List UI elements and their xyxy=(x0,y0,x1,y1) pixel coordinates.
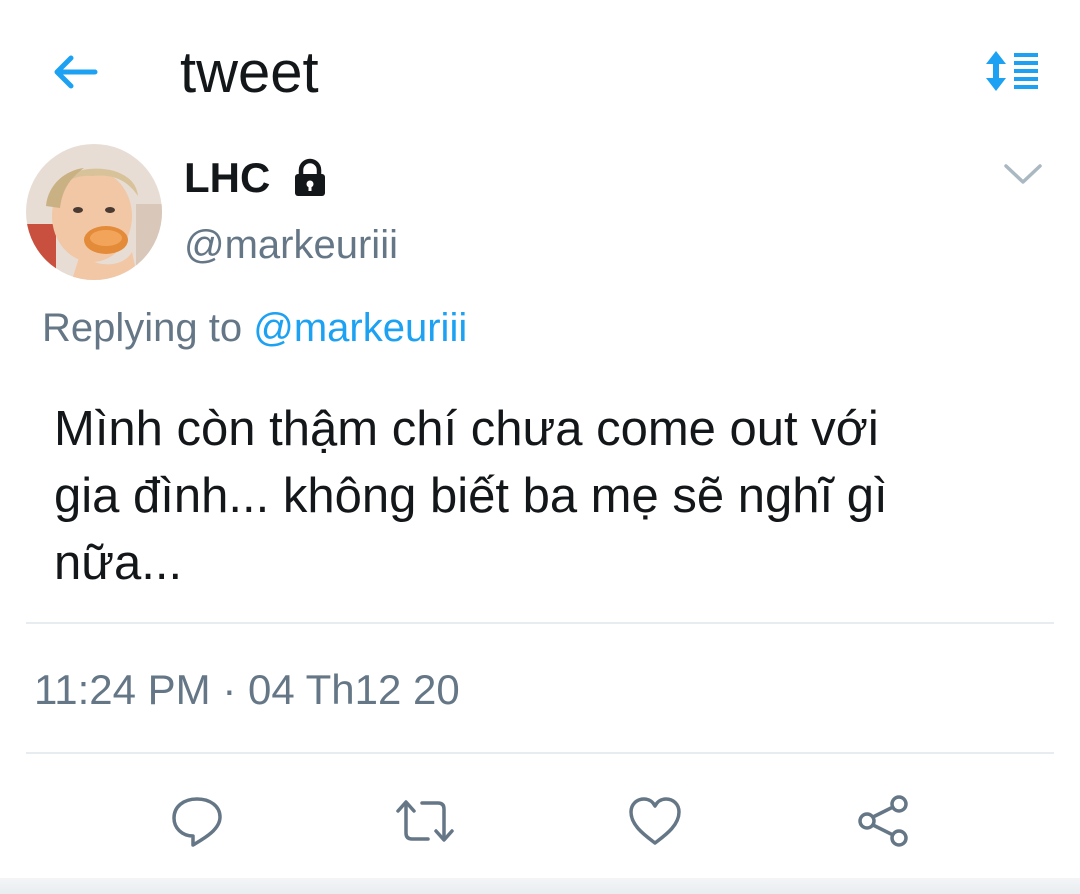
author-handle[interactable]: @markeuriii xyxy=(184,218,398,272)
reply-button[interactable] xyxy=(162,786,232,856)
avatar[interactable] xyxy=(26,144,162,280)
divider xyxy=(26,622,1054,624)
divider xyxy=(26,752,1054,754)
bottom-shadow xyxy=(0,878,1080,894)
display-name[interactable]: LHC xyxy=(184,150,270,206)
action-bar xyxy=(0,780,1080,860)
like-button[interactable] xyxy=(620,786,690,856)
replying-to: Replying to @markeuriii xyxy=(42,300,467,356)
tweet-text: Mình còn thậm chí chưa come out với gia … xyxy=(54,402,888,590)
back-button[interactable] xyxy=(44,46,104,98)
heart-icon xyxy=(629,797,681,845)
sort-button[interactable] xyxy=(980,46,1044,96)
retweet-button[interactable] xyxy=(390,786,460,856)
comment-icon xyxy=(172,797,222,847)
app-header: tweet xyxy=(0,0,1080,140)
tweet-timestamp[interactable]: 11:24 PM · 04 Th12 20 xyxy=(34,662,460,718)
share-icon xyxy=(858,795,908,847)
avatar-photo xyxy=(26,144,162,280)
author-name-row: LHC xyxy=(184,150,330,206)
arrow-left-icon xyxy=(54,55,98,89)
page-title: tweet xyxy=(180,40,319,105)
share-button[interactable] xyxy=(848,786,918,856)
lock-icon xyxy=(290,158,330,198)
sort-list-icon xyxy=(986,51,1038,91)
chevron-down-icon xyxy=(1004,164,1042,184)
retweet-icon xyxy=(396,800,454,842)
replying-to-label: Replying to xyxy=(42,306,243,350)
replying-to-link[interactable]: @markeuriii xyxy=(253,306,467,350)
more-options-button[interactable] xyxy=(996,150,1050,198)
